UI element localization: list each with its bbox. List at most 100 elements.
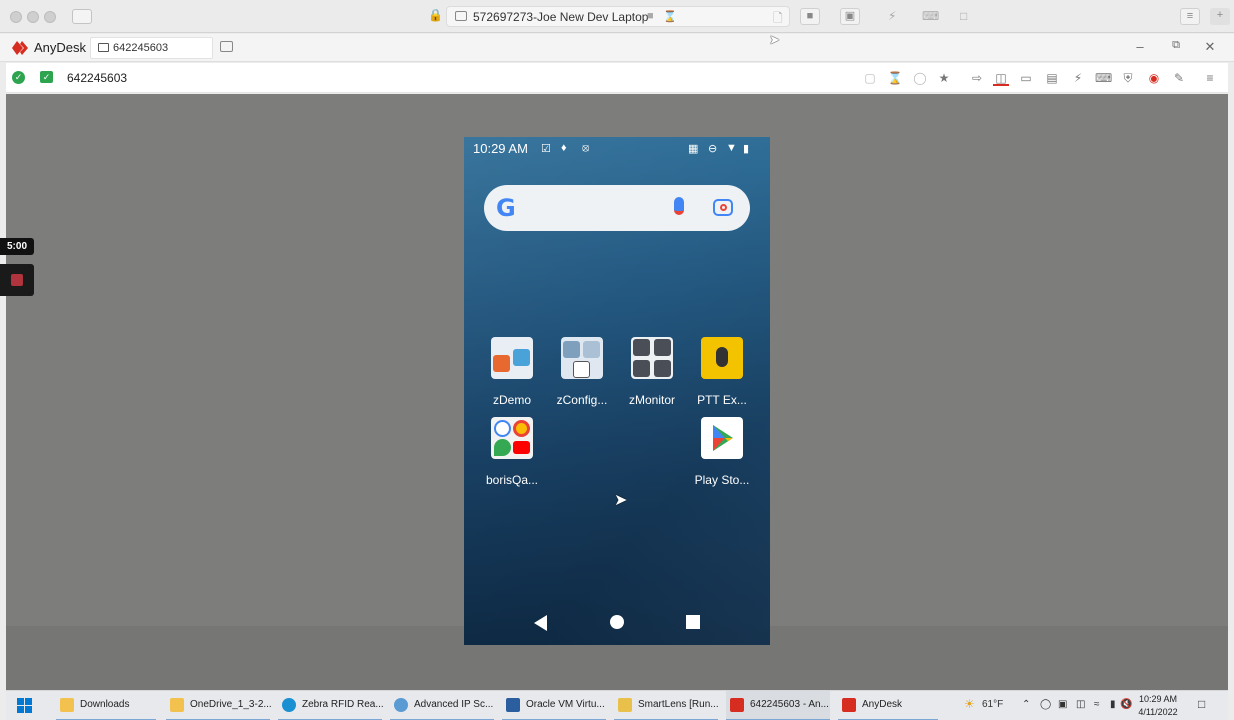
- app-label: zDemo: [492, 393, 531, 407]
- hourglass-icon[interactable]: ⌛: [887, 70, 903, 86]
- session-tab[interactable]: 642245603: [90, 37, 213, 59]
- remote-cursor-icon: ➤: [614, 492, 628, 509]
- chat-icon[interactable]: ■: [800, 8, 820, 25]
- whiteboard-pen-icon[interactable]: ✎: [1171, 70, 1187, 86]
- menu-icon[interactable]: ≡: [1202, 70, 1218, 86]
- android-screen[interactable]: 10:29 AM ☑ ♦ ⦻ ▦ ⊖ ▼ ▮ G zDemo zConfig..…: [464, 137, 770, 645]
- remote-address: 642245603: [67, 71, 128, 85]
- play-store-icon: [701, 417, 743, 459]
- virtualbox-icon: [506, 698, 520, 712]
- actions-icon[interactable]: ◫: [993, 70, 1009, 86]
- document-icon: 🗋: [773, 11, 783, 25]
- connection-ok-icon: ✓: [12, 71, 25, 84]
- app-label: PTT Ex...: [697, 393, 747, 407]
- record-icon[interactable]: ◉: [1146, 70, 1162, 86]
- session-tab-label: 642245603: [113, 42, 169, 54]
- privacy-icon: ■: [647, 10, 654, 22]
- tray-monitor-icon[interactable]: ▣: [1058, 699, 1067, 710]
- taskbar-item-label: Oracle VM Virtu...: [526, 699, 605, 710]
- new-session-icon[interactable]: [220, 41, 233, 52]
- lock-icon: 🔒: [428, 8, 443, 22]
- database-icon[interactable]: ◯: [912, 70, 928, 86]
- zconfig-icon: [561, 337, 603, 379]
- keyboard-icon[interactable]: ⌨: [922, 9, 939, 23]
- taskbar-item-anydesk[interactable]: AnyDesk: [838, 691, 938, 720]
- app-borisqa[interactable]: borisQa...: [477, 417, 547, 487]
- display-icon[interactable]: ▭: [1018, 70, 1034, 86]
- recents-button[interactable]: [686, 615, 700, 629]
- chat-icon[interactable]: ▤: [1044, 70, 1060, 86]
- tile: [654, 339, 671, 356]
- lightning-icon[interactable]: ⚡: [888, 9, 896, 23]
- minimize-icon[interactable]: –: [1132, 39, 1148, 54]
- tile: [633, 360, 650, 377]
- nav-diamond-icon: ♦: [561, 142, 567, 154]
- taskbar-item-downloads[interactable]: Downloads: [56, 691, 156, 720]
- battery-icon[interactable]: ▮: [1110, 699, 1116, 710]
- notification-icon: ☑: [541, 143, 551, 155]
- taskbar-item-advanced-ip[interactable]: Advanced IP Sc...: [390, 691, 494, 720]
- wifi-icon[interactable]: ≈: [1094, 699, 1100, 710]
- start-quad: [25, 706, 32, 713]
- close-window-button[interactable]: [10, 11, 22, 23]
- windows-start-icon[interactable]: [17, 698, 32, 713]
- google-search-bar[interactable]: G: [484, 185, 750, 231]
- screen-icon[interactable]: ▣: [840, 8, 860, 25]
- taskbar-item-smartlens[interactable]: SmartLens [Run...: [614, 691, 719, 720]
- microphone-icon: [716, 347, 728, 367]
- system-clock[interactable]: 10:29 AM 4/11/2022: [1130, 691, 1186, 719]
- tray-window-icon[interactable]: ◫: [1076, 699, 1085, 710]
- lens-dot: [720, 204, 727, 211]
- taskbar-item-anydesk-session[interactable]: 642245603 - An...: [726, 691, 830, 720]
- lightning-icon[interactable]: ⚡: [1070, 70, 1086, 86]
- zmonitor-icon: [631, 337, 673, 379]
- app-label: borisQa...: [485, 473, 539, 487]
- minimize-window-button[interactable]: [27, 11, 39, 23]
- clipboard-icon[interactable]: ▢: [862, 70, 878, 86]
- maps-icon: [494, 439, 511, 456]
- app-ptt-express[interactable]: PTT Ex...: [687, 337, 757, 407]
- app-zdemo[interactable]: zDemo: [477, 337, 547, 407]
- tile: [633, 339, 650, 356]
- edge-icon: [282, 698, 296, 712]
- window-icon[interactable]: □: [960, 9, 967, 23]
- weather-icon[interactable]: ☀: [964, 697, 975, 711]
- app-label: zMonitor: [628, 393, 675, 407]
- stop-icon: [11, 274, 23, 286]
- home-button[interactable]: [610, 615, 624, 629]
- keyboard-icon[interactable]: ⌨: [1095, 70, 1112, 86]
- cast-icon: ▦: [688, 143, 699, 155]
- sidebar-toggle-icon[interactable]: [72, 9, 92, 24]
- taskbar-item-zebra-rfid[interactable]: Zebra RFID Rea...: [278, 691, 384, 720]
- monitor-icon: [455, 11, 467, 21]
- app-zconfig[interactable]: zConfig...: [547, 337, 617, 407]
- hourglass-icon: ⌛: [663, 11, 677, 23]
- window-title: 572697273-Joe New Dev Laptop: [473, 10, 649, 24]
- taskbar-item-virtualbox[interactable]: Oracle VM Virtu...: [502, 691, 606, 720]
- taskbar-item-onedrive[interactable]: OneDrive_1_3-2...: [166, 691, 272, 720]
- secure-connection-icon: ✓: [40, 71, 53, 83]
- zoom-window-button[interactable]: [44, 11, 56, 23]
- tile: [654, 360, 671, 377]
- clock-time: 10:29 AM: [1138, 694, 1178, 704]
- add-tab-icon[interactable]: +: [1210, 8, 1230, 25]
- window-title-field[interactable]: 572697273-Joe New Dev Laptop ■ ⌛ 🗋: [446, 6, 790, 27]
- wifi-icon: ▼: [726, 142, 737, 154]
- file-transfer-icon[interactable]: ⇨: [969, 70, 985, 86]
- permissions-shield-icon[interactable]: ⛨: [1120, 70, 1136, 86]
- back-button[interactable]: [534, 615, 547, 631]
- weather-temp[interactable]: 61°F: [982, 699, 1003, 710]
- app-play-store[interactable]: Play Sto...: [687, 417, 757, 487]
- microphone-icon[interactable]: [674, 197, 684, 215]
- close-icon[interactable]: ✕: [1202, 39, 1218, 55]
- favorite-star-icon[interactable]: ★: [936, 70, 952, 86]
- restore-icon[interactable]: ⧉: [1168, 39, 1184, 52]
- stop-recording-button[interactable]: [0, 264, 34, 296]
- app-zmonitor[interactable]: zMonitor: [617, 337, 687, 407]
- windows-taskbar: Downloads OneDrive_1_3-2... Zebra RFID R…: [6, 690, 1228, 720]
- tray-app-icon[interactable]: ◯: [1040, 699, 1051, 710]
- google-lens-icon[interactable]: [713, 199, 733, 216]
- notifications-icon[interactable]: □: [1198, 697, 1205, 711]
- menu-icon[interactable]: ≡: [1180, 8, 1200, 25]
- chevron-up-icon[interactable]: ⌃: [1022, 699, 1030, 710]
